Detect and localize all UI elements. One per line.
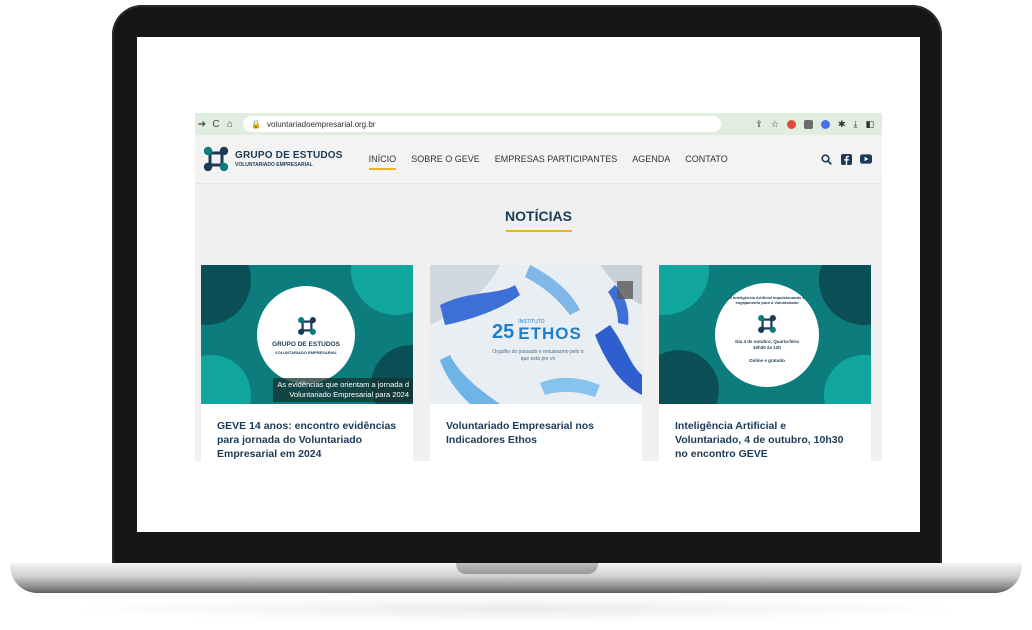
lock-icon: 🔒 — [251, 119, 261, 129]
news-cards: GRUPO DE ESTUDOS VOLUNTARIADO EMPRESARIA… — [201, 265, 876, 461]
title-underline — [505, 230, 572, 232]
extension-reader-icon[interactable] — [803, 119, 813, 129]
menu-item-sobre[interactable]: SOBRE O GEVE — [411, 154, 480, 164]
thumb-event-price: Online e gratuito — [749, 358, 785, 363]
browser-toolbar: ➔ C ⌂ 🔒 voluntariadoempresarial.org.br ⇪… — [195, 113, 882, 135]
site-header: GRUPO DE ESTUDOS VOLUNTARIADO EMPRESARIA… — [195, 135, 882, 184]
extensions-puzzle-icon[interactable]: ✱ — [838, 119, 846, 130]
thumb-anniversary-number: 25 — [492, 321, 515, 343]
laptop-reflection — [60, 596, 972, 622]
news-card[interactable]: 25 INSTITUTO ETHOS Orgulho do passado e … — [430, 265, 642, 461]
download-icon[interactable]: ⤓ — [854, 119, 858, 130]
extension-adblock-icon[interactable] — [786, 119, 796, 129]
caption-line: As evidências que orientam a jornada d — [277, 380, 409, 389]
site-logo[interactable]: GRUPO DE ESTUDOS VOLUNTARIADO EMPRESARIA… — [201, 144, 343, 174]
reload-icon[interactable]: C — [209, 119, 223, 130]
caption-line: Voluntariado Empresarial para 2024 — [289, 390, 409, 399]
laptop-notch — [456, 563, 598, 574]
thumb-tagline: Orgulho do passado e entusiasmo pelo o q… — [492, 349, 584, 362]
share-icon[interactable]: ⇪ — [755, 119, 763, 130]
card-thumbnail[interactable]: 25 INSTITUTO ETHOS Orgulho do passado e … — [430, 265, 642, 404]
side-panel-icon[interactable]: ◧ — [865, 119, 874, 130]
thumb-logo-subtitle: VOLUNTARIADO EMPRESARIAL — [274, 350, 338, 355]
browser-tools: ⇪ ☆ ✱ ⤓ ◧ — [755, 119, 882, 130]
card-title[interactable]: Inteligência Artificial e Voluntariado, … — [659, 404, 871, 461]
laptop-screen: ➔ C ⌂ 🔒 voluntariadoempresarial.org.br ⇪… — [137, 37, 920, 532]
menu-item-contato[interactable]: CONTATO — [685, 154, 728, 164]
search-icon[interactable] — [820, 153, 832, 165]
bookmark-star-icon[interactable]: ☆ — [771, 119, 779, 130]
main-menu: INÍCIO SOBRE O GEVE EMPRESAS PARTICIPANT… — [368, 154, 728, 170]
menu-item-inicio[interactable]: INÍCIO — [368, 154, 396, 170]
news-card[interactable]: GRUPO DE ESTUDOS VOLUNTARIADO EMPRESARIA… — [201, 265, 413, 461]
thumb-brand: ETHOS — [518, 324, 582, 343]
logo-mark-icon — [201, 144, 231, 174]
menu-item-agenda[interactable]: AGENDA — [632, 154, 670, 164]
thumb-event-when: Dia 4 de outubro, Quarta-feira 10h30 às … — [735, 339, 799, 350]
thumb-logo-icon — [756, 313, 778, 340]
card-title[interactable]: GEVE 14 anos: encontro evidências para j… — [201, 404, 413, 461]
logo-subtitle: VOLUNTARIADO EMPRESARIAL — [235, 161, 313, 168]
section-title: NOTÍCIAS — [505, 208, 572, 224]
card-title[interactable]: Voluntariado Empresarial nos Indicadores… — [430, 404, 642, 447]
url-text: voluntariadoempresarial.org.br — [266, 119, 376, 129]
thumb-caption: As evidências que orientam a jornada d V… — [273, 378, 413, 402]
card-thumbnail[interactable]: A Inteligência Artificial impulsionando … — [659, 265, 871, 404]
browser-window: ➔ C ⌂ 🔒 voluntariadoempresarial.org.br ⇪… — [195, 113, 882, 461]
extension-circle-icon[interactable] — [820, 119, 830, 129]
logo-title: GRUPO DE ESTUDOS — [235, 149, 343, 161]
thumb-logo-title: GRUPO DE ESTUDOS — [272, 341, 340, 348]
thumb-logo-icon — [296, 315, 318, 342]
forward-icon[interactable]: ➔ — [195, 119, 209, 130]
facebook-icon[interactable] — [840, 153, 852, 165]
address-bar[interactable]: 🔒 voluntariadoempresarial.org.br — [243, 116, 721, 132]
card-thumbnail[interactable]: GRUPO DE ESTUDOS VOLUNTARIADO EMPRESARIA… — [201, 265, 413, 404]
youtube-icon[interactable] — [860, 153, 872, 165]
news-card[interactable]: A Inteligência Artificial impulsionando … — [659, 265, 871, 461]
menu-item-empresas[interactable]: EMPRESAS PARTICIPANTES — [495, 154, 618, 164]
thumb-event-heading: A Inteligência Artificial impulsionando … — [729, 295, 805, 305]
home-icon[interactable]: ⌂ — [223, 119, 237, 130]
header-icons — [820, 153, 872, 165]
